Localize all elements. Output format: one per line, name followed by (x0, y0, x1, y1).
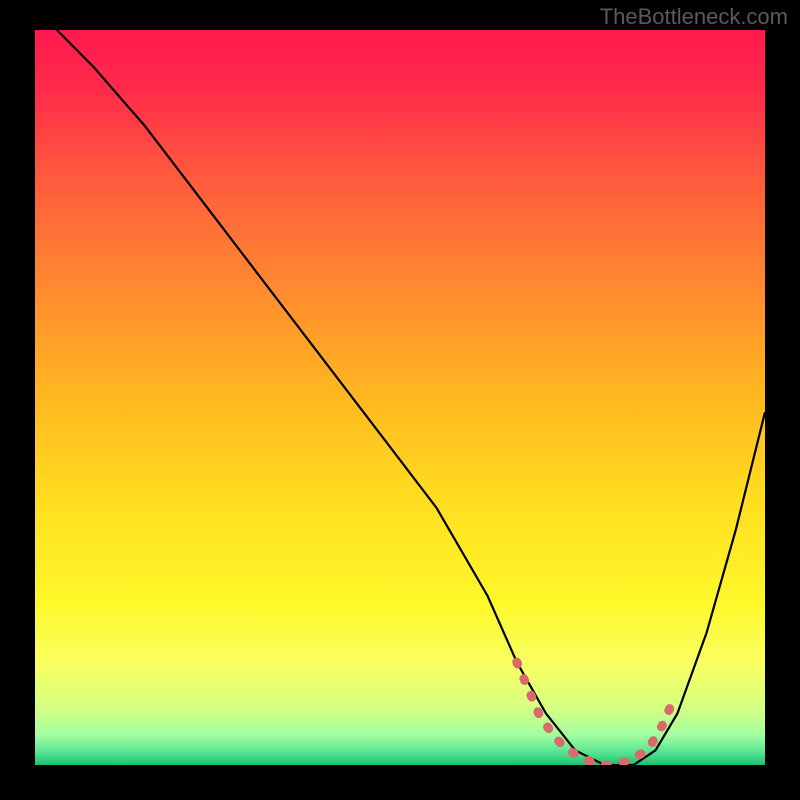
sweet-spot-marker (517, 662, 674, 765)
chart-container (35, 30, 765, 765)
watermark-text: TheBottleneck.com (600, 4, 788, 30)
bottleneck-curve (35, 30, 765, 765)
chart-curves (35, 30, 765, 765)
